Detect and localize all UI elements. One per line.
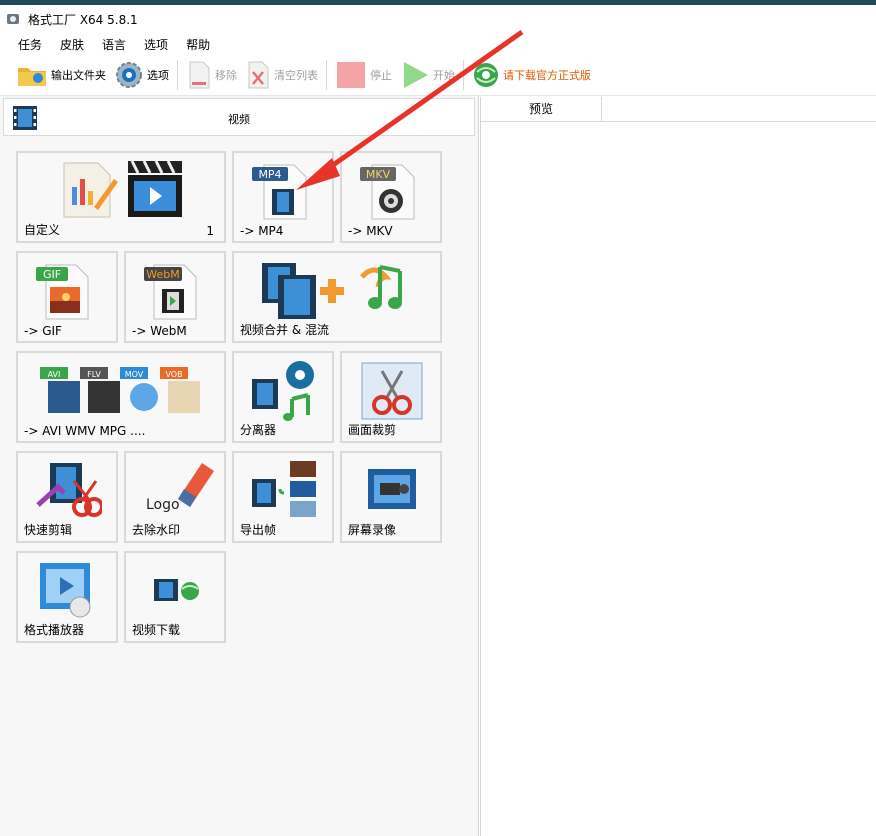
tile-format-player-label: 格式播放器 (24, 623, 85, 637)
gif-file-icon: GIF (36, 264, 89, 320)
menu-task[interactable]: 任务 (0, 36, 50, 53)
tile-crop[interactable]: 画面裁剪 (340, 351, 442, 443)
webm-file-icon: WebM (144, 264, 197, 320)
stop-icon (337, 62, 365, 88)
mkv-badge: MKV (366, 168, 391, 181)
vob-badge: VOB (165, 370, 182, 379)
preview-panel: 预览 (480, 97, 876, 836)
download-official-button[interactable]: 请下载官方正式版 (468, 57, 595, 93)
export-frames-icon (252, 461, 316, 517)
tile-webm-label: -> WebM (132, 324, 187, 338)
preview-header: 预览 (481, 97, 876, 122)
menu-help[interactable]: 帮助 (176, 36, 218, 53)
tile-format-player[interactable]: 格式播放器 (16, 551, 118, 643)
output-folder-button[interactable]: 输出文件夹 (12, 57, 110, 93)
tile-mp4[interactable]: MP4 -> MP4 (232, 151, 334, 243)
crop-scissors-icon (361, 362, 423, 420)
separator-icon (252, 361, 314, 421)
mp4-file-icon: MP4 (252, 164, 307, 220)
toolbar-divider (177, 60, 178, 90)
category-video-header[interactable]: 视频 (3, 98, 475, 136)
tile-separator[interactable]: 分离器 (232, 351, 334, 443)
document-chart-icon (63, 162, 118, 218)
tile-mkv[interactable]: MKV -> MKV (340, 151, 442, 243)
clear-list-button[interactable]: 清空列表 (241, 57, 322, 93)
mkv-file-icon: MKV (360, 164, 415, 220)
screen-record-icon (368, 469, 416, 509)
tile-multi-format[interactable]: AVI FLV MOV VOB -> AVI WMV MPG .... (16, 351, 226, 443)
remove-button[interactable]: 移除 (182, 57, 241, 93)
webm-badge: WebM (146, 268, 179, 281)
tile-gif[interactable]: GIF -> GIF (16, 251, 118, 343)
tile-quick-cut-label: 快速剪辑 (24, 523, 73, 537)
folder-icon (18, 68, 46, 86)
start-label: 开始 (433, 69, 455, 82)
clapperboard-icon (128, 160, 182, 217)
clear-list-label: 清空列表 (274, 69, 318, 82)
window-title: 格式工厂 X64 5.8.1 (28, 12, 138, 27)
tile-webm[interactable]: WebM -> WebM (124, 251, 226, 343)
tile-export-frames[interactable]: 导出帧 (232, 451, 334, 543)
tile-custom[interactable]: 自定义 1 (16, 151, 226, 243)
gif-badge: GIF (43, 268, 61, 281)
multi-format-icon: AVI FLV MOV VOB (40, 367, 200, 413)
flv-badge: FLV (87, 370, 101, 379)
function-panel: 视频 自定义 1 MP4 -> MP4 MKV -> MKV GIF -> GI… (0, 96, 479, 836)
remove-label: 移除 (215, 69, 237, 82)
stop-label: 停止 (370, 69, 392, 82)
title-bar: 格式工厂 X64 5.8.1 (0, 5, 876, 33)
tile-remove-watermark[interactable]: Logo 去除水印 (124, 451, 226, 543)
tile-video-download[interactable]: 视频下载 (124, 551, 226, 643)
player-icon (40, 563, 91, 618)
menu-language[interactable]: 语言 (92, 36, 134, 53)
download-globe-icon (474, 63, 498, 87)
tile-separator-label: 分离器 (240, 423, 277, 437)
stop-button[interactable]: 停止 (331, 57, 396, 93)
menu-bar: 任务 皮肤 语言 选项 帮助 (0, 33, 876, 55)
category-label: 视频 (228, 113, 250, 126)
tile-screen-record[interactable]: 屏幕录像 (340, 451, 442, 543)
toolbar: 输出文件夹 选项 移除 清空列表 停止 开始 请下载官方正式版 (0, 55, 876, 96)
toolbar-divider (463, 60, 464, 90)
avi-badge: AVI (48, 370, 61, 379)
gear-icon (116, 62, 142, 88)
tile-custom-label: 自定义 (24, 223, 61, 237)
eraser-icon: Logo (146, 463, 214, 513)
tile-multi-format-label: -> AVI WMV MPG .... (24, 424, 146, 438)
tile-gif-label: -> GIF (24, 324, 62, 338)
tile-custom-count: 1 (206, 224, 214, 238)
logo-text: Logo (146, 497, 180, 513)
start-button[interactable]: 开始 (396, 57, 459, 93)
tile-video-download-label: 视频下载 (132, 623, 181, 637)
download-official-label: 请下载官方正式版 (503, 69, 591, 82)
video-download-icon (154, 579, 199, 601)
clear-list-icon (248, 61, 269, 89)
options-label: 选项 (147, 69, 169, 82)
quick-cut-icon (36, 463, 102, 517)
menu-skin[interactable]: 皮肤 (50, 36, 92, 53)
remove-icon (189, 61, 210, 89)
mp4-badge: MP4 (258, 168, 281, 181)
tile-export-frames-label: 导出帧 (240, 523, 277, 537)
tile-merge-label: 视频合并 & 混流 (240, 323, 329, 337)
merge-video-audio-icon (262, 263, 402, 319)
toolbar-divider (326, 60, 327, 90)
preview-column-header[interactable]: 预览 (481, 97, 602, 121)
play-icon (404, 62, 428, 88)
tile-merge[interactable]: 视频合并 & 混流 (232, 251, 442, 343)
tile-quick-cut[interactable]: 快速剪辑 (16, 451, 118, 543)
mov-badge: MOV (125, 370, 144, 379)
tile-remove-watermark-label: 去除水印 (132, 523, 181, 537)
app-icon (7, 14, 19, 24)
menu-options[interactable]: 选项 (134, 36, 176, 53)
tile-mp4-label: -> MP4 (240, 224, 284, 238)
tile-screen-record-label: 屏幕录像 (348, 523, 397, 537)
tile-crop-label: 画面裁剪 (348, 423, 397, 437)
tile-mkv-label: -> MKV (348, 224, 393, 238)
options-button[interactable]: 选项 (110, 57, 173, 93)
output-folder-label: 输出文件夹 (51, 69, 106, 82)
